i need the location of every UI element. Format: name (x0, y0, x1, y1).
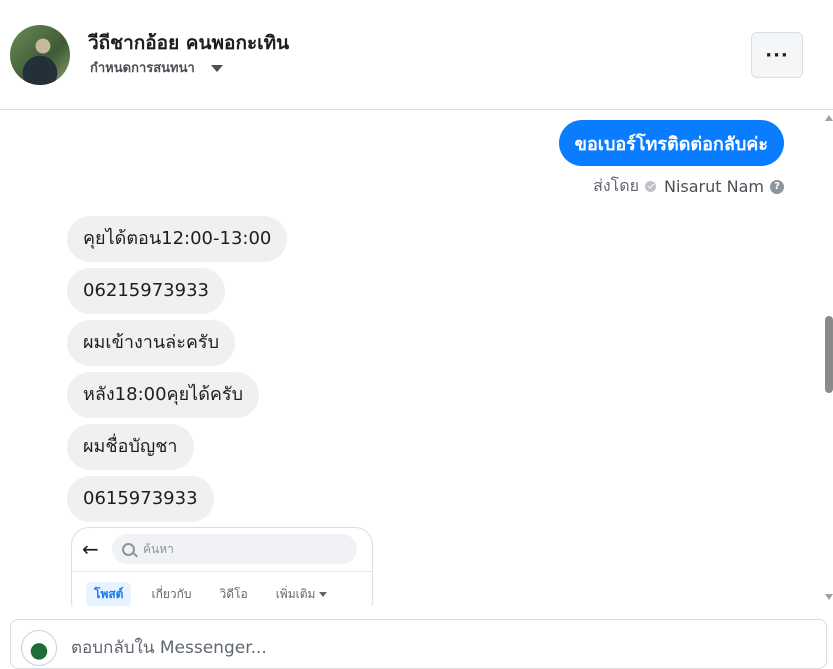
chevron-down-icon (210, 65, 223, 72)
attachment-tab-more-label: เพิ่มเติม (275, 587, 316, 601)
scroll-down-arrow-icon[interactable] (825, 594, 833, 600)
conversation-settings-dropdown[interactable]: กำหนดการสนทนา (90, 57, 223, 78)
incoming-message[interactable]: ผมเข้างานล่ะครับ (67, 320, 236, 366)
sender-name: Nisarut Nam (664, 177, 764, 196)
back-arrow-icon: ← (82, 537, 99, 561)
page-avatar (21, 630, 57, 666)
attachment-tabs: โพสต์ เกี่ยวกับ วิดีโอ เพิ่มเติม (86, 582, 335, 606)
message-thread: ขอเบอร์โทรติดต่อกลับค่ะ ส่งโดย Nisarut N… (0, 111, 822, 606)
divider (72, 571, 372, 572)
sent-by-label: ส่งโดย (593, 176, 639, 195)
conversation-settings-label: กำหนดการสนทนา (90, 61, 195, 76)
attachment-tab-about: เกี่ยวกับ (151, 587, 192, 601)
incoming-messages: คุยได้ตอน12:00-13:00 06215973933 ผมเข้าง… (67, 216, 288, 528)
attachment-tab-videos: วิดีโอ (219, 587, 248, 601)
conversation-header: วีถีชากอ้อย คนพอกะเทิน กำหนดการสนทนา ··· (0, 0, 833, 110)
incoming-message[interactable]: ผมชื่อบัญชา (67, 424, 194, 470)
image-attachment[interactable]: ← ค้นหา โพสต์ เกี่ยวกับ วิดีโอ เพิ่มเติม (71, 527, 373, 606)
incoming-message[interactable]: 06215973933 (67, 268, 225, 314)
attachment-search-placeholder: ค้นหา (143, 541, 174, 556)
attachment-search-bar: ค้นหา (112, 534, 357, 564)
sent-by-info: ส่งโดย Nisarut Nam ? (593, 174, 784, 199)
contact-avatar[interactable] (10, 25, 70, 85)
help-icon[interactable]: ? (770, 179, 784, 194)
reply-input[interactable] (71, 636, 771, 660)
incoming-message[interactable]: 0615973933 (67, 476, 214, 522)
incoming-message[interactable]: คุยได้ตอน12:00-13:00 (67, 216, 288, 262)
scroll-up-arrow-icon[interactable] (825, 115, 833, 121)
attachment-tab-more: เพิ่มเติม (268, 582, 336, 606)
search-icon (122, 542, 135, 556)
outgoing-message[interactable]: ขอเบอร์โทรติดต่อกลับค่ะ (558, 120, 784, 166)
chevron-down-icon (319, 592, 328, 597)
scroll-thumb[interactable] (825, 316, 833, 393)
attachment-tab-posts: โพสต์ (86, 582, 132, 606)
incoming-message[interactable]: หลัง18:00คุยได้ครับ (67, 372, 260, 418)
more-options-button[interactable]: ··· (751, 32, 803, 78)
verified-check-icon (645, 181, 656, 192)
reply-composer (10, 619, 827, 669)
contact-name[interactable]: วีถีชากอ้อย คนพอกะเทิน (88, 28, 289, 58)
thread-scrollbar[interactable] (822, 111, 833, 606)
